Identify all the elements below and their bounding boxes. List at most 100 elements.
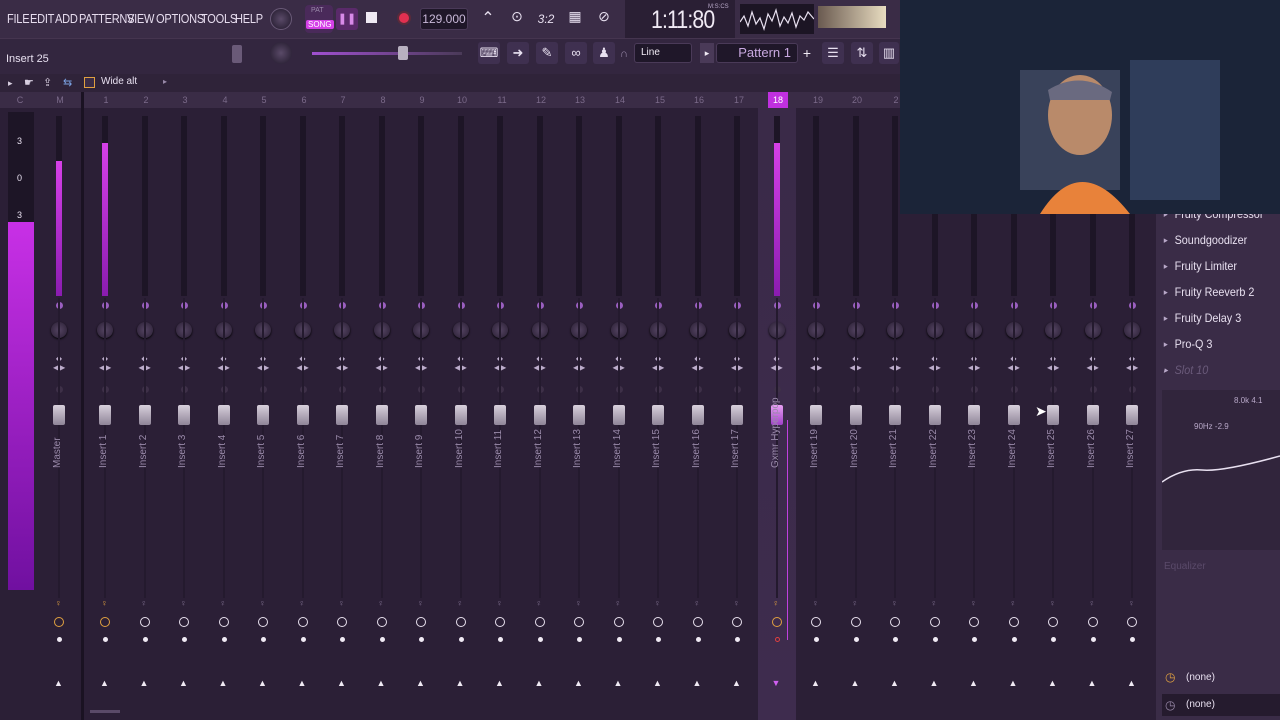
- countdown-icon[interactable]: 3:2: [534, 8, 558, 30]
- route-arrow-icon[interactable]: ▲: [377, 678, 386, 688]
- route-arrow-icon[interactable]: ▲: [535, 678, 544, 688]
- fx-slot[interactable]: Slot 10: [1162, 358, 1268, 382]
- route-arrow-icon[interactable]: ▲: [930, 678, 939, 688]
- route-arrow-icon[interactable]: ▲: [1127, 678, 1136, 688]
- track-bulb-icon[interactable]: ♀: [101, 598, 108, 608]
- metronome-icon[interactable]: ⌃: [477, 8, 499, 30]
- track-bulb-icon[interactable]: ♀: [575, 598, 582, 608]
- magnet-icon[interactable]: ∩: [620, 48, 630, 60]
- record-arm-dot[interactable]: [735, 637, 740, 642]
- record-arm-dot[interactable]: [695, 637, 701, 642]
- record-arm-dot[interactable]: [221, 637, 227, 642]
- channel-rack-icon[interactable]: ⇅: [851, 42, 873, 64]
- route-arrow-icon[interactable]: ▼: [772, 678, 781, 688]
- track-bulb-icon[interactable]: ♀: [694, 598, 701, 608]
- master-volume-knob[interactable]: [270, 8, 292, 30]
- mute-button[interactable]: [100, 617, 110, 627]
- pause-button[interactable]: ❚❚: [336, 8, 358, 30]
- record-arm-dot[interactable]: [537, 637, 543, 642]
- mute-button[interactable]: [1127, 617, 1137, 627]
- record-arm-dot[interactable]: [853, 637, 859, 642]
- record-arm-dot[interactable]: [1090, 637, 1096, 642]
- route-arrow-icon[interactable]: ▲: [811, 678, 820, 688]
- fx-slot[interactable]: Fruity Limiter: [1162, 254, 1268, 278]
- mute-button[interactable]: [732, 617, 742, 627]
- route-arrow-icon[interactable]: ▲: [1088, 678, 1097, 688]
- layout-icon[interactable]: [84, 77, 95, 88]
- mute-button[interactable]: [258, 617, 268, 627]
- menu-view[interactable]: VIEW: [127, 11, 154, 26]
- mute-button[interactable]: [929, 617, 940, 627]
- mixer-track[interactable]: ◆◀▶Insert 12♀▲: [521, 108, 559, 720]
- route-arrow-icon[interactable]: ▲: [851, 678, 860, 688]
- mute-button[interactable]: [890, 617, 900, 627]
- mixer-track[interactable]: ◆◀▶Insert 9♀▲: [402, 108, 440, 720]
- mixer-track[interactable]: ◆◀▶Insert 11♀▲: [481, 108, 519, 720]
- mixer-scrollbar[interactable]: [90, 710, 120, 713]
- link-icon[interactable]: ∞: [565, 42, 587, 64]
- stop-button[interactable]: [366, 12, 377, 23]
- record-arm-dot[interactable]: [103, 637, 108, 642]
- route-arrow-icon[interactable]: ▲: [574, 678, 583, 688]
- pattern-select[interactable]: Pattern 1: [716, 43, 798, 63]
- record-arm-dot[interactable]: [419, 637, 424, 642]
- track-bulb-icon[interactable]: ♀: [654, 598, 661, 608]
- add-pattern-button[interactable]: +: [800, 43, 814, 63]
- route-arrow-icon[interactable]: ▲: [614, 678, 623, 688]
- route-arrow-icon[interactable]: ▲: [1048, 678, 1057, 688]
- track-bulb-icon[interactable]: ♀: [970, 598, 977, 608]
- preset-arrow-icon[interactable]: ▸: [163, 77, 167, 86]
- pat-song-toggle[interactable]: PAT SONG: [305, 5, 334, 33]
- record-arm-dot[interactable]: [340, 637, 345, 642]
- mixer-track[interactable]: ◆◀▶Insert 7♀▲: [323, 108, 361, 720]
- preset-label[interactable]: Wide alt: [101, 76, 137, 87]
- mute-button[interactable]: [613, 617, 624, 627]
- record-button[interactable]: [397, 11, 411, 25]
- route-arrow-icon[interactable]: ▲: [456, 678, 465, 688]
- route-arrow-icon[interactable]: ▲: [179, 678, 188, 688]
- mute-button[interactable]: [534, 617, 545, 627]
- route-arrow-icon[interactable]: ▲: [693, 678, 702, 688]
- mute-button[interactable]: [218, 617, 229, 627]
- route-arrow-icon[interactable]: ▲: [140, 678, 149, 688]
- mixer-track[interactable]: ◆◀▶Insert 14♀▲: [600, 108, 638, 720]
- route-arrow-icon[interactable]: ▲: [1009, 678, 1018, 688]
- mixer-track[interactable]: ◆◀▶Insert 1♀▲: [86, 108, 124, 720]
- master-pitch-slider[interactable]: [312, 52, 462, 55]
- mixer-track[interactable]: ◆◀▶Insert 16♀▲: [679, 108, 717, 720]
- fx-slot[interactable]: Fruity Reeverb 2: [1162, 280, 1268, 304]
- track-bulb-icon[interactable]: ♀: [615, 598, 622, 608]
- menu-arrow-icon[interactable]: ▸: [8, 78, 13, 89]
- route-arrow-icon[interactable]: ▲: [54, 678, 63, 688]
- step-edit-icon[interactable]: ▦: [563, 8, 587, 30]
- record-arm-dot[interactable]: [142, 637, 148, 642]
- track-bulb-icon[interactable]: ♀: [378, 598, 385, 608]
- track-bulb-icon[interactable]: ♀: [1049, 598, 1056, 608]
- mixer-track-selected[interactable]: ◆◀▶Gxmr Hyperpop♀▼: [757, 108, 796, 720]
- time-display[interactable]: 1:11:80 M:S:CS: [625, 0, 735, 38]
- mute-button[interactable]: [455, 617, 466, 627]
- route-arrow-icon[interactable]: ▲: [653, 678, 662, 688]
- input-routing[interactable]: (none): [1186, 672, 1215, 683]
- record-arm-dot[interactable]: [1051, 637, 1056, 642]
- record-arm-dot[interactable]: [656, 637, 661, 642]
- record-arm-dot[interactable]: [498, 637, 503, 642]
- mute-button[interactable]: [1008, 617, 1019, 627]
- route-arrow-icon[interactable]: ▲: [298, 678, 307, 688]
- mute-button[interactable]: [574, 617, 584, 627]
- track-bulb-icon[interactable]: ♀: [141, 598, 148, 608]
- mute-button[interactable]: [376, 617, 387, 627]
- fx-slot[interactable]: Fruity Compressor: [1162, 214, 1268, 226]
- hand-icon[interactable]: ☛: [24, 76, 34, 89]
- menu-patterns[interactable]: PATTERNS: [79, 11, 135, 26]
- record-arm-dot[interactable]: [577, 637, 582, 642]
- route-arrow-icon[interactable]: ▲: [100, 678, 109, 688]
- record-arm-dot[interactable]: [182, 637, 187, 642]
- mixer-track[interactable]: ◆◀▶Insert 8♀▲: [363, 108, 401, 720]
- menu-add[interactable]: ADD: [55, 11, 78, 26]
- lock-icon[interactable]: [232, 45, 242, 63]
- mute-button[interactable]: [337, 617, 347, 627]
- input-routing-icon[interactable]: ◷: [1165, 670, 1175, 684]
- mute-button[interactable]: [850, 617, 861, 627]
- mixer-icon[interactable]: ▥: [879, 42, 899, 64]
